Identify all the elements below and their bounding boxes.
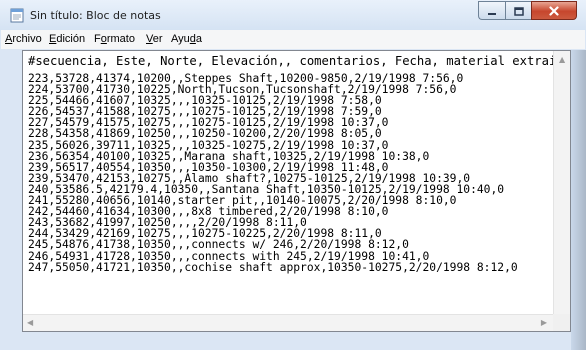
desktop-background	[571, 50, 586, 350]
menu-edicion[interactable]: Edición	[49, 33, 85, 45]
scroll-left-icon[interactable]: ◀	[27, 319, 33, 327]
title-bar[interactable]: Sin título: Bloc de notas	[0, 0, 586, 30]
editor-line: 246,54931,41728,10350,,,connects with 24…	[28, 249, 430, 263]
scrollbar-corner	[553, 314, 570, 331]
close-icon	[549, 1, 559, 20]
notepad-icon	[10, 8, 24, 23]
minimize-icon	[487, 1, 497, 20]
text-editor[interactable]: #secuencia, Este, Norte, Elevación,, com…	[22, 50, 571, 332]
scroll-right-icon[interactable]: ▶	[541, 319, 547, 327]
menu-formato[interactable]: Formato	[94, 33, 135, 45]
maximize-icon	[513, 1, 524, 20]
minimize-button[interactable]	[478, 1, 505, 20]
horizontal-scrollbar[interactable]: ◀ ▶	[23, 314, 553, 331]
editor-line: 245,54876,41738,10350,,,connects w/ 246,…	[28, 238, 409, 252]
editor-line: 235,56026,39711,10325,,,10325-10275,2/19…	[28, 138, 389, 152]
menu-ver[interactable]: Ver	[146, 33, 163, 45]
window-title: Sin título: Bloc de notas	[30, 9, 161, 22]
menu-archivo[interactable]: Archivo	[5, 33, 42, 45]
menu-bar: Archivo Edición Formato Ver Ayuda	[1, 30, 585, 49]
close-button[interactable]	[531, 1, 577, 20]
notepad-window: Sin título: Bloc de notas Archivo Edició…	[0, 0, 586, 350]
vertical-scrollbar[interactable]: ▲	[553, 51, 570, 315]
editor-content[interactable]: #secuencia, Este, Norte, Elevación,, com…	[28, 54, 571, 274]
editor-line: 228,54358,41869,10250,,,10250-10200,2/20…	[28, 127, 382, 141]
editor-line: 247,55050,41721,10350,,cochise shaft app…	[28, 260, 518, 274]
data-lines: 223,53728,41374,10200,,Steppes Shaft,102…	[28, 73, 570, 274]
maximize-button[interactable]	[505, 1, 531, 20]
scroll-up-icon[interactable]: ▲	[559, 56, 565, 64]
header-line: #secuencia, Este, Norte, Elevación,, com…	[28, 54, 571, 68]
menu-ayuda[interactable]: Ayuda	[171, 33, 202, 45]
